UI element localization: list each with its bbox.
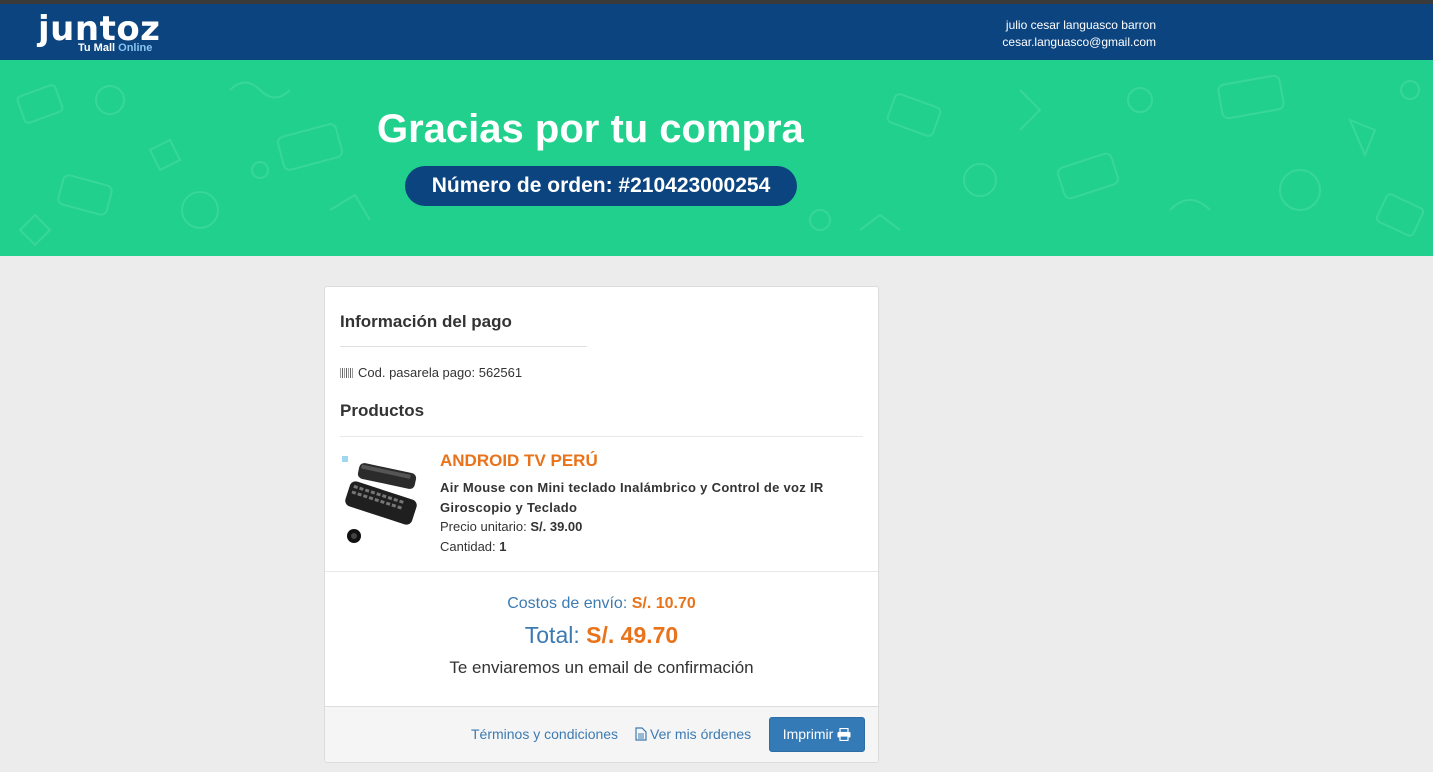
store-name[interactable]: ANDROID TV PERÚ (440, 451, 598, 471)
thank-you-banner: Gracias por tu compra Número de orden: #… (0, 60, 1433, 256)
print-button[interactable]: Imprimir (769, 717, 865, 752)
logo-tagline: Tu Mall Online (78, 42, 152, 54)
shipping-cost: Costos de envío: S/. 10.70 (325, 595, 878, 613)
sale-pattern-background (16, 74, 1425, 247)
quantity-label: Cantidad: (440, 539, 496, 554)
gateway-label: Cod. pasarela pago: (358, 365, 476, 380)
gateway-code: 562561 (478, 365, 523, 380)
user-email: cesar.languasco@gmail.com (1002, 35, 1156, 49)
order-number-badge: Número de orden: #210423000254 (405, 166, 797, 206)
divider (340, 436, 863, 437)
unit-price: Precio unitario: S/. 39.00 (440, 519, 582, 534)
user-info: julio cesar languasco barron cesar.langu… (1002, 17, 1156, 51)
product-image[interactable] (340, 450, 424, 546)
order-total: Total: S/. 49.70 (325, 622, 878, 649)
my-orders-label: Ver mis órdenes (650, 726, 752, 742)
card-footer: Términos y condiciones Ver mis órdenes I… (325, 706, 878, 762)
shipping-label: Costos de envío: (507, 595, 628, 612)
order-summary-card: Información del pago Cod. pasarela pago:… (324, 286, 879, 763)
products-title: Productos (340, 401, 425, 420)
total-value: S/. 49.70 (586, 622, 679, 648)
print-icon (837, 727, 851, 742)
document-icon (635, 727, 647, 741)
quantity-value: 1 (499, 539, 507, 554)
divider (325, 571, 878, 572)
order-totals: Costos de envío: S/. 10.70 Total: S/. 49… (325, 595, 878, 678)
total-label: Total: (524, 622, 580, 648)
divider (340, 346, 587, 347)
unit-price-label: Precio unitario: (440, 519, 527, 534)
payment-gateway-code: Cod. pasarela pago: 562561 (340, 365, 522, 380)
tagline-online: Online (118, 42, 153, 54)
quantity: Cantidad: 1 (440, 539, 507, 554)
terms-link[interactable]: Términos y condiciones (471, 726, 618, 742)
print-button-label: Imprimir (782, 726, 834, 742)
user-name: julio cesar languasco barron (1005, 18, 1156, 32)
site-header: juntoz Tu Mall Online julio cesar langua… (0, 4, 1433, 60)
unit-price-value: S/. 39.00 (530, 519, 583, 534)
product-description: Air Mouse con Mini teclado Inalámbrico y… (440, 480, 824, 515)
tagline-main: Tu Mall (78, 42, 116, 54)
shipping-value: S/. 10.70 (631, 595, 696, 612)
page-title: Gracias por tu compra (377, 107, 804, 151)
my-orders-link[interactable]: Ver mis órdenes (635, 726, 751, 742)
barcode-icon (340, 368, 354, 378)
confirmation-message: Te enviaremos un email de confirmación (449, 658, 754, 677)
payment-info-title: Información del pago (340, 312, 512, 331)
logo[interactable]: juntoz (38, 12, 160, 46)
